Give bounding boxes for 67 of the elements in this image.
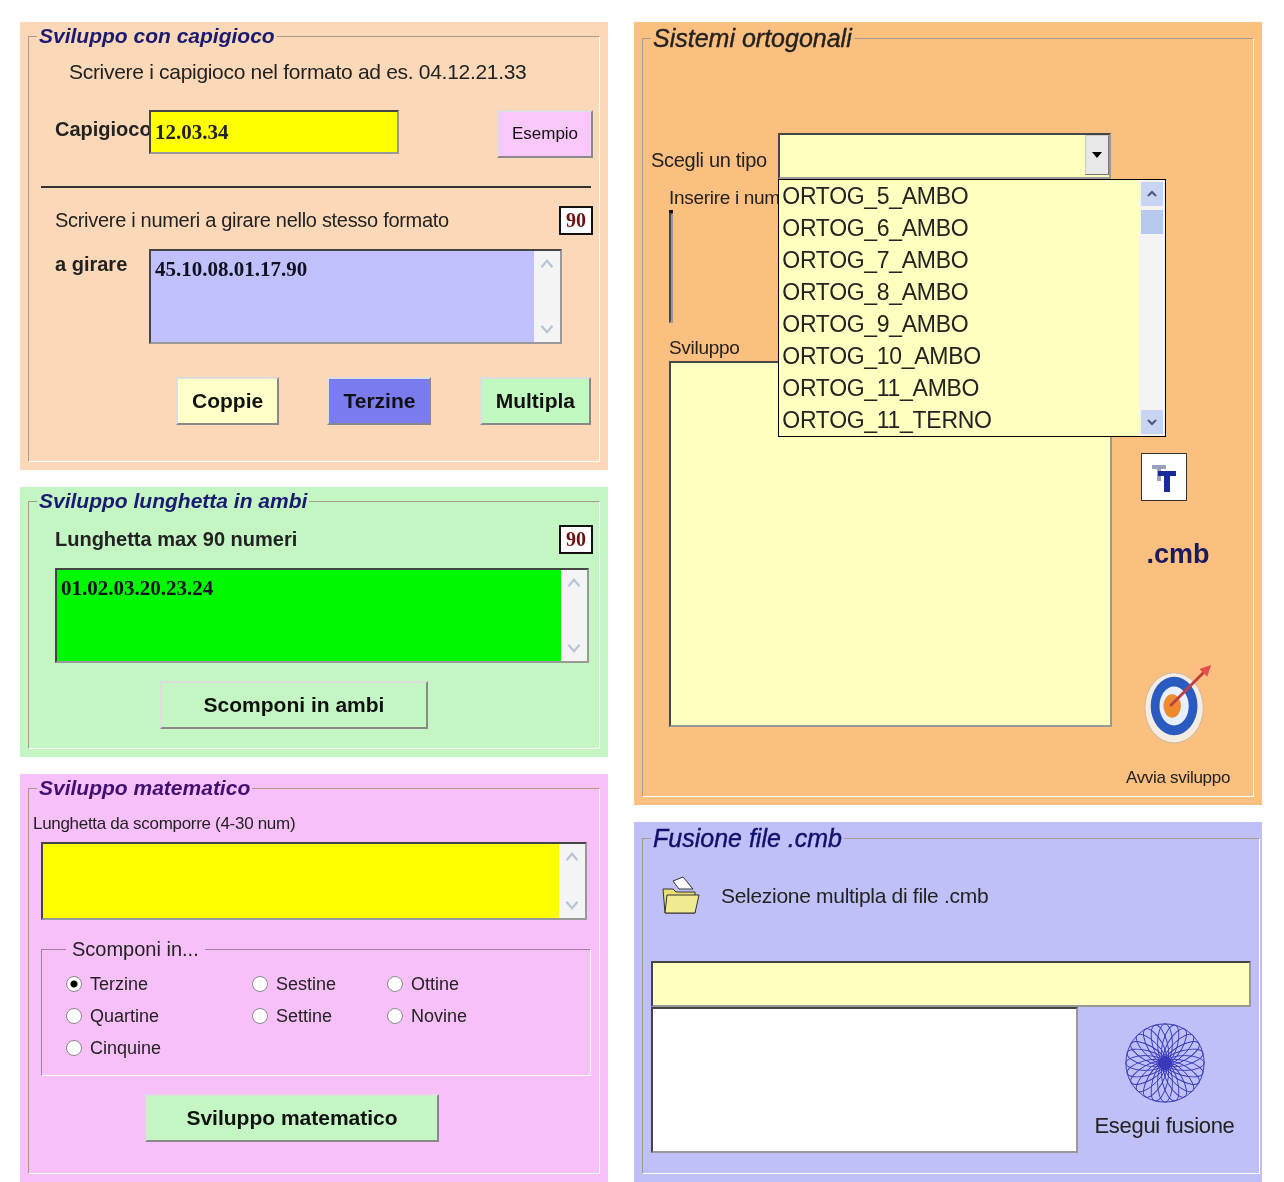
font-icon[interactable]	[1141, 453, 1187, 501]
panel-title: Sviluppo matematico	[38, 776, 252, 800]
radio-button[interactable]	[66, 1008, 82, 1024]
scrollbar[interactable]	[1139, 180, 1166, 436]
radio-button[interactable]	[387, 1008, 403, 1024]
radio-label: Novine	[411, 1005, 468, 1027]
radio-button[interactable]	[66, 1040, 82, 1056]
scroll-thumb[interactable]	[1141, 210, 1164, 234]
field-label: Scegli un tipo	[651, 147, 768, 172]
radio-option[interactable]: Novine	[387, 1003, 566, 1029]
spiral-icon[interactable]	[1122, 1021, 1207, 1105]
text-area[interactable]: 45.10.08.01.17.90	[149, 249, 562, 344]
radio-label: Sestine	[276, 973, 337, 995]
folder-icon[interactable]	[659, 875, 701, 917]
panel-title: Sviluppo con capigioco	[38, 24, 276, 48]
dropdown-option[interactable]: ORTOG_10_AMBO	[779, 340, 1140, 372]
extension-label: .cmb	[1146, 539, 1210, 570]
hint-text: Scrivere i numeri a girare nello stesso formato	[54, 209, 449, 232]
radio-option[interactable]: Cinquine	[66, 1035, 252, 1061]
select-files-label[interactable]: Selezione multipla di file .cmb	[721, 884, 989, 908]
dropdown-option[interactable]: ORTOG_7_AMBO	[779, 244, 1140, 276]
radio-button[interactable]	[252, 1008, 268, 1024]
field-label: Capigioco	[54, 117, 149, 141]
dropdown-option[interactable]: ORTOG_8_AMBO	[779, 276, 1140, 308]
count-box: 90	[559, 525, 593, 554]
action-button[interactable]: Coppie	[176, 377, 280, 425]
math-button[interactable]: Sviluppo matematico	[145, 1094, 439, 1142]
action-button[interactable]: Terzine	[327, 377, 432, 425]
start-label[interactable]: Avvia sviluppo	[1125, 768, 1231, 788]
dropdown-option[interactable]: ORTOG_6_AMBO	[779, 212, 1140, 244]
group-title: Scomponi in...	[71, 938, 200, 961]
radio-option[interactable]: Quartine	[66, 1003, 252, 1029]
radio-button[interactable]	[66, 976, 82, 992]
count-box: 90	[559, 206, 593, 235]
input-field[interactable]	[651, 961, 1251, 1007]
dropdown-option[interactable]: ORTOG_11_TERNO	[779, 404, 1140, 436]
dropdown-option[interactable]: ORTOG_9_AMBO	[779, 308, 1140, 340]
field-label: a girare	[54, 252, 129, 276]
radio-button[interactable]	[252, 976, 268, 992]
field-label: Lunghetta da scomporre (4-30 num)	[33, 814, 297, 834]
merge-label[interactable]: Esegui fusione	[1094, 1113, 1235, 1139]
input-field[interactable]: 12.03.34	[149, 110, 399, 154]
instruction-text: Scrivere i capigioco nel formato ad es. 04.12.21.33	[69, 60, 528, 84]
radio-option[interactable]: Settine	[252, 1003, 387, 1029]
radio-option[interactable]: Terzine	[66, 971, 252, 997]
panel-title: Sistemi ortogonali	[652, 24, 854, 53]
text-area[interactable]	[41, 842, 587, 920]
field-label: Lunghetta max 90 numeri	[54, 528, 298, 551]
radio-label: Terzine	[90, 973, 149, 995]
dropdown-option[interactable]: ORTOG_5_AMBO	[779, 180, 1140, 212]
field-label: Sviluppo	[669, 337, 740, 359]
radio-label: Cinquine	[90, 1037, 162, 1059]
radio-option[interactable]: Ottine	[387, 971, 566, 997]
split-button[interactable]: Scomponi in ambi	[160, 681, 428, 729]
action-button[interactable]: Multipla	[479, 377, 591, 425]
panel-title: Fusione file .cmb	[652, 824, 843, 853]
radio-label: Quartine	[90, 1005, 160, 1027]
panel-title: Sviluppo lunghetta in ambi	[38, 489, 309, 513]
scroll-down-icon[interactable]	[1141, 410, 1164, 434]
text-area[interactable]: 01.02.03.20.23.24	[55, 568, 589, 663]
radio-option[interactable]: Sestine	[252, 971, 387, 997]
radio-label: Settine	[276, 1005, 333, 1027]
dropdown-option[interactable]: ORTOG_11_AMBO	[779, 372, 1140, 404]
radio-label: Ottine	[411, 973, 460, 995]
example-button[interactable]: Esempio	[497, 110, 593, 158]
scroll-up-icon[interactable]	[1141, 182, 1164, 206]
radio-button[interactable]	[387, 976, 403, 992]
